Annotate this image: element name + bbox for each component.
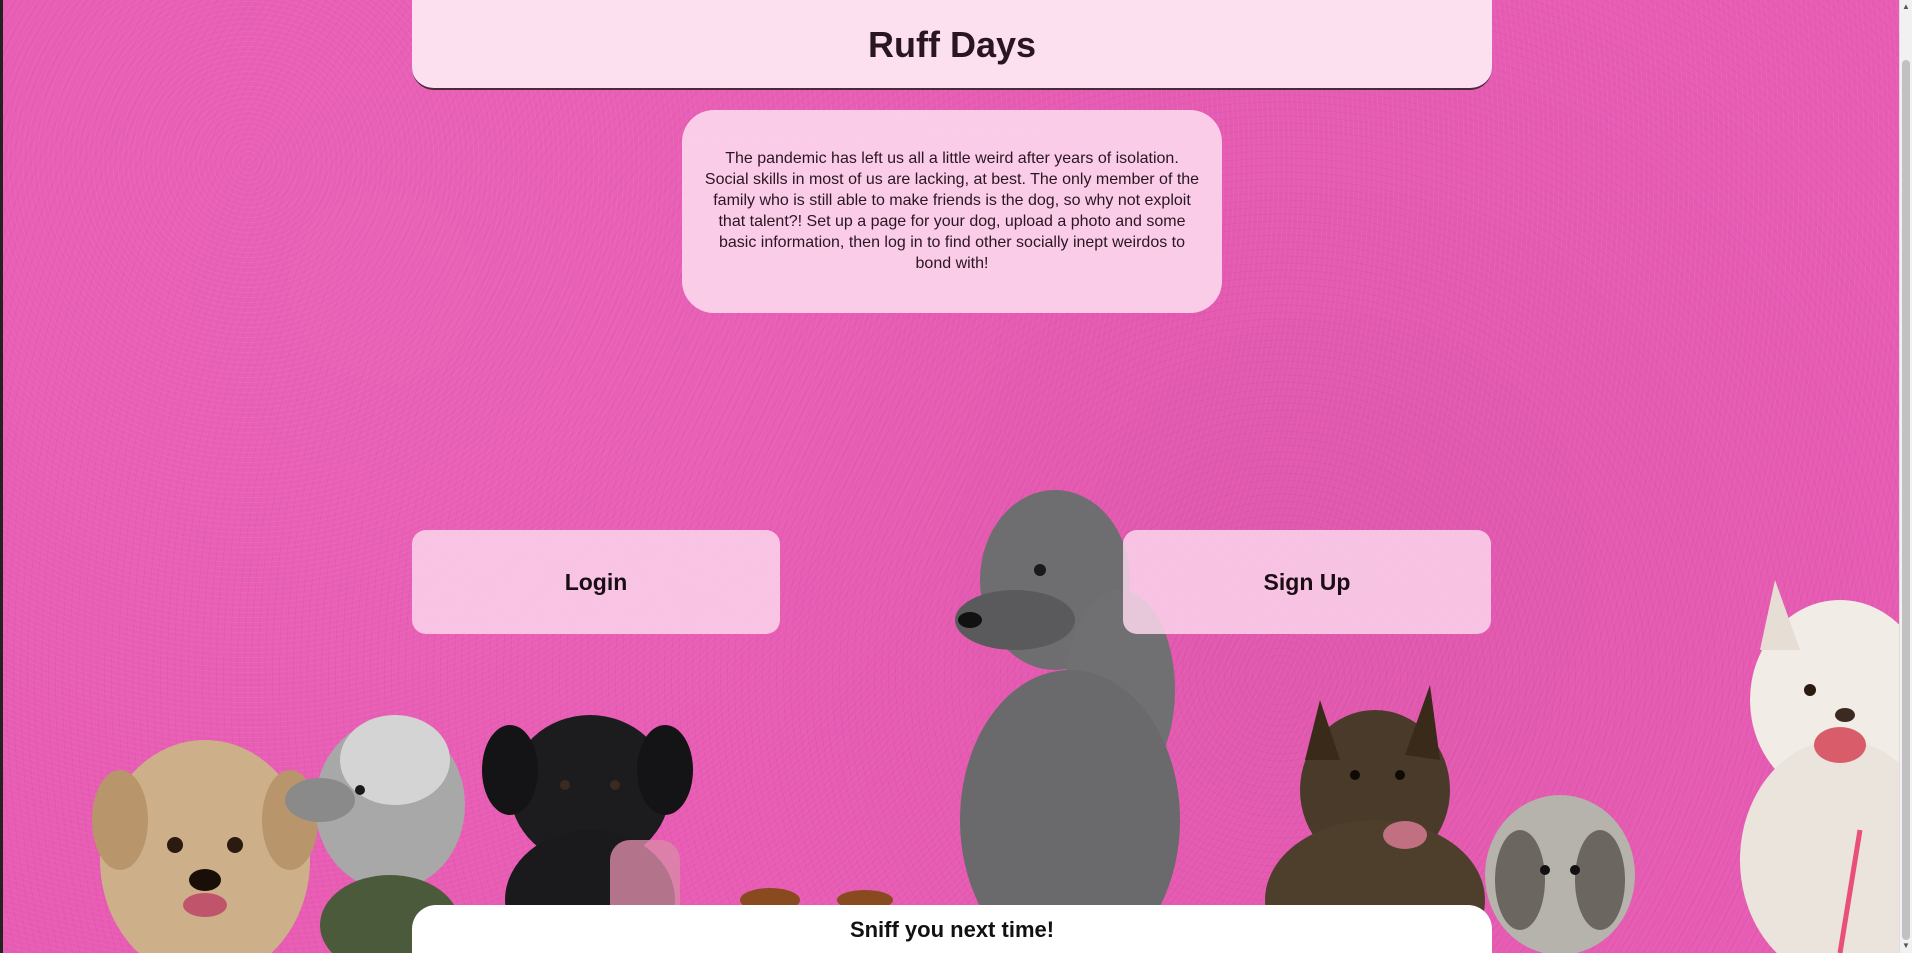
dog-shih-tzu (1485, 795, 1635, 953)
scrollbar-thumb[interactable] (1902, 60, 1910, 940)
intro-panel: The pandemic has left us all a little we… (682, 110, 1222, 313)
site-header: Ruff Days (412, 0, 1492, 90)
site-footer: Sniff you next time! (412, 905, 1492, 953)
scroll-up-icon[interactable]: ▲ (1902, 2, 1910, 12)
dog-tan-fluffy (92, 740, 318, 953)
login-button[interactable]: Login (412, 530, 780, 634)
landing-page: Ruff Days The pandemic has left us all a… (0, 0, 1912, 953)
window-left-edge (0, 0, 3, 953)
site-title: Ruff Days (867, 24, 1037, 65)
vertical-scrollbar[interactable]: ▲ ▼ (1899, 0, 1912, 953)
scroll-down-icon[interactable]: ▼ (1902, 941, 1910, 951)
footer-text: Sniff you next time! (849, 917, 1055, 942)
intro-text: The pandemic has left us all a little we… (704, 150, 1200, 272)
signup-button[interactable]: Sign Up (1123, 530, 1491, 634)
dog-white-husky (1740, 580, 1912, 953)
